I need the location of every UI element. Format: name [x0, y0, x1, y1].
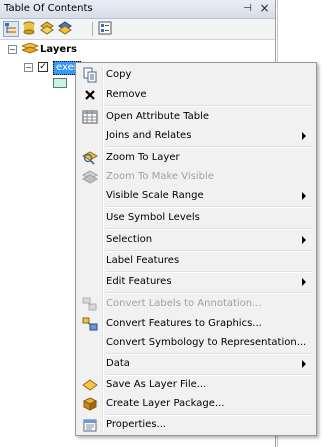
layer-collapse-icon[interactable]: − — [24, 63, 33, 72]
menu-item-copy[interactable]: Copy — [78, 65, 314, 85]
layer-symbol-swatch[interactable] — [53, 78, 67, 88]
menu-item-label: Create Layer Package... — [106, 398, 225, 409]
menu-item-save-as-layer-file[interactable]: Save As Layer File... — [78, 375, 314, 395]
convert-labels-icon — [82, 296, 98, 312]
attribute-table-icon — [82, 109, 98, 125]
menu-item-label: Convert Features to Graphics... — [106, 318, 262, 329]
zoom-to-layer-icon — [81, 150, 99, 166]
menu-item-zoom-to-layer[interactable]: Zoom To Layer — [78, 148, 314, 168]
menu-item-label: Zoom To Layer — [106, 152, 180, 163]
toc-title: Table Of Contents — [4, 3, 93, 14]
submenu-arrow-icon — [302, 236, 306, 244]
layers-icon — [20, 42, 40, 58]
layers-collapse-icon[interactable]: − — [8, 45, 17, 54]
submenu-arrow-icon — [302, 360, 306, 368]
menu-item-label: Convert Symbology to Representation... — [106, 337, 307, 348]
list-by-source-icon[interactable] — [22, 21, 38, 37]
menu-item-edit-features[interactable]: Edit Features — [78, 272, 314, 292]
layers-data-frame-label[interactable]: Layers — [40, 44, 77, 55]
toc-toolbar — [0, 19, 275, 40]
list-by-drawing-order-icon[interactable] — [3, 21, 19, 37]
close-icon[interactable]: × — [258, 2, 271, 15]
properties-icon — [82, 417, 98, 433]
menu-item-open-attribute-table[interactable]: Open Attribute Table — [78, 107, 314, 127]
menu-item-zoom-to-make-visible[interactable]: Zoom To Make Visible — [78, 167, 314, 187]
menu-item-properties[interactable]: Properties... — [78, 415, 314, 435]
toc-title-bar[interactable]: Table Of Contents ⊣ × — [0, 0, 275, 19]
menu-item-label-features[interactable]: Label Features — [78, 251, 314, 271]
copy-icon — [82, 67, 98, 83]
save-layer-file-icon — [82, 377, 98, 393]
toolbar-separator — [92, 22, 93, 36]
menu-item-convert-labels-to-annotation[interactable]: Convert Labels to Annotation... — [78, 294, 314, 314]
menu-item-label: Copy — [106, 69, 132, 80]
menu-item-label: Save As Layer File... — [106, 379, 207, 390]
layer-package-icon — [82, 396, 98, 412]
menu-item-convert-features-to-graphics[interactable]: Convert Features to Graphics... — [78, 314, 314, 334]
submenu-arrow-icon — [302, 132, 306, 140]
convert-graphics-icon — [82, 316, 98, 332]
menu-item-label: Visible Scale Range — [106, 190, 204, 201]
menu-item-use-symbol-levels[interactable]: Use Symbol Levels — [78, 208, 314, 228]
remove-icon — [82, 87, 98, 103]
layer-visibility-checkbox[interactable]: ✓ — [38, 62, 48, 72]
list-by-selection-icon[interactable] — [58, 21, 74, 37]
menu-item-label: Open Attribute Table — [106, 111, 210, 122]
pin-icon[interactable]: ⊣ — [241, 2, 254, 15]
list-by-visibility-icon[interactable] — [40, 21, 56, 37]
options-icon[interactable] — [98, 21, 114, 37]
menu-item-label: Properties... — [106, 419, 167, 430]
menu-item-selection[interactable]: Selection — [78, 230, 314, 250]
submenu-arrow-icon — [302, 192, 306, 200]
menu-item-label: Edit Features — [106, 276, 172, 287]
menu-item-label: Joins and Relates — [106, 130, 192, 141]
menu-item-visible-scale-range[interactable]: Visible Scale Range — [78, 186, 314, 206]
menu-item-label: Data — [106, 358, 130, 369]
layer-context-menu: Copy Remove Open Attribute Table Joins a… — [75, 62, 317, 436]
submenu-arrow-icon — [302, 278, 306, 286]
menu-item-label: Selection — [106, 234, 153, 245]
zoom-to-make-visible-icon — [81, 169, 99, 185]
menu-item-label: Label Features — [106, 255, 180, 266]
menu-item-label: Remove — [106, 89, 147, 100]
menu-item-label: Zoom To Make Visible — [106, 171, 214, 182]
menu-item-label: Convert Labels to Annotation... — [106, 298, 262, 309]
menu-item-create-layer-package[interactable]: Create Layer Package... — [78, 394, 314, 414]
menu-item-convert-symbology-to-representation[interactable]: Convert Symbology to Representation... — [78, 333, 314, 353]
menu-item-remove[interactable]: Remove — [78, 85, 314, 105]
menu-item-data[interactable]: Data — [78, 354, 314, 374]
menu-item-label: Use Symbol Levels — [106, 212, 200, 223]
menu-item-joins-and-relates[interactable]: Joins and Relates — [78, 126, 314, 146]
